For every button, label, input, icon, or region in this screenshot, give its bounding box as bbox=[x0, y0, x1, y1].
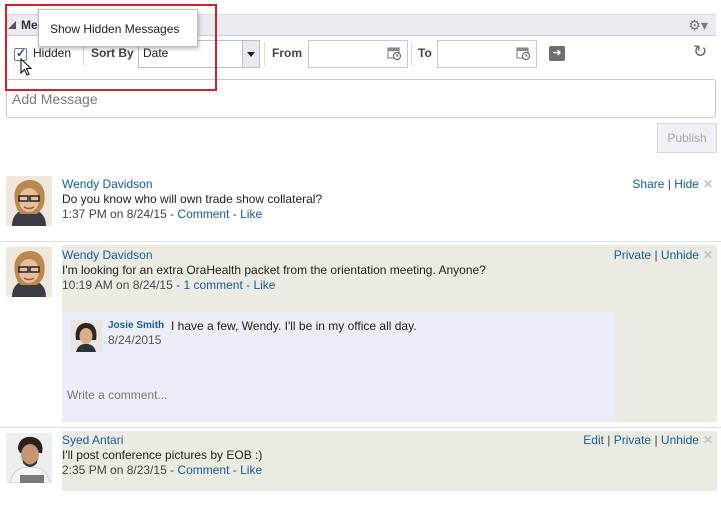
meta-separator: - bbox=[242, 278, 254, 292]
action-separator: | bbox=[664, 177, 675, 191]
hide-link[interactable]: Hide bbox=[674, 177, 699, 191]
message-actions: Edit | Private | Unhide ✕ bbox=[583, 433, 713, 447]
refresh-icon[interactable]: ↻ bbox=[693, 42, 707, 62]
unhide-link[interactable]: Unhide bbox=[661, 433, 699, 447]
unhide-link[interactable]: Unhide bbox=[661, 248, 699, 262]
divider bbox=[0, 241, 721, 242]
avatar[interactable] bbox=[6, 176, 52, 226]
close-icon[interactable]: ✕ bbox=[703, 433, 713, 447]
author-link[interactable]: Wendy Davidson bbox=[62, 177, 153, 191]
private-link[interactable]: Private bbox=[614, 248, 651, 262]
like-link[interactable]: Like bbox=[240, 463, 262, 477]
go-arrow-icon[interactable]: ➜ bbox=[549, 46, 565, 61]
comment-link[interactable]: Comment bbox=[177, 207, 229, 221]
message-text: Do you know who will own trade show coll… bbox=[62, 192, 323, 206]
from-date-input[interactable] bbox=[308, 40, 408, 68]
calendar-icon[interactable] bbox=[516, 46, 530, 60]
message-meta: 10:19 AM on 8/24/15 - 1 comment - Like bbox=[62, 278, 275, 292]
mouse-pointer-icon bbox=[20, 58, 33, 76]
share-link[interactable]: Share bbox=[632, 177, 664, 191]
from-label: From bbox=[272, 46, 302, 60]
tooltip-text: Show Hidden Messages bbox=[50, 22, 180, 36]
message-text: I'm looking for an extra OraHealth packe… bbox=[62, 263, 486, 277]
tooltip: Show Hidden Messages bbox=[38, 9, 198, 47]
timestamp: 1:37 PM on 8/24/15 bbox=[62, 207, 167, 221]
avatar[interactable] bbox=[70, 320, 102, 352]
meta-separator: - bbox=[172, 278, 184, 292]
message-actions: Private | Unhide ✕ bbox=[614, 248, 713, 262]
edit-link[interactable]: Edit bbox=[583, 433, 604, 447]
message-meta: 1:37 PM on 8/24/15 - Comment - Like bbox=[62, 207, 262, 221]
divider bbox=[411, 42, 412, 66]
calendar-icon[interactable] bbox=[387, 46, 401, 60]
comment-link[interactable]: Comment bbox=[177, 463, 229, 477]
to-date-input[interactable] bbox=[437, 40, 537, 68]
meta-separator: - bbox=[166, 207, 178, 221]
like-link[interactable]: Like bbox=[253, 278, 275, 292]
collapse-triangle-icon[interactable] bbox=[8, 21, 16, 29]
chevron-down-icon[interactable] bbox=[242, 41, 259, 67]
comment-author-link[interactable]: Josie Smith bbox=[108, 320, 164, 331]
divider bbox=[0, 427, 721, 428]
like-link[interactable]: Like bbox=[240, 207, 262, 221]
add-message-placeholder: Add Message bbox=[12, 91, 98, 107]
comment-text: I have a few, Wendy. I'll be in my offic… bbox=[171, 319, 417, 333]
sortby-label: Sort By bbox=[91, 46, 134, 60]
comment-count-link[interactable]: 1 comment bbox=[183, 278, 242, 292]
avatar[interactable] bbox=[6, 247, 52, 297]
gear-icon[interactable]: ⚙▾ bbox=[688, 17, 708, 34]
action-separator: | bbox=[651, 248, 661, 262]
publish-button[interactable]: Publish bbox=[657, 123, 717, 153]
action-separator: | bbox=[651, 433, 661, 447]
action-separator: | bbox=[603, 433, 614, 447]
avatar[interactable] bbox=[6, 433, 52, 483]
timestamp: 2:35 PM on 8/23/15 bbox=[62, 463, 167, 477]
comment-date: 8/24/2015 bbox=[108, 333, 162, 347]
comment-thread: Josie Smith I have a few, Wendy. I'll be… bbox=[62, 312, 615, 420]
panel-title: Me bbox=[21, 18, 38, 32]
author-link[interactable]: Wendy Davidson bbox=[62, 248, 153, 262]
close-icon[interactable]: ✕ bbox=[703, 177, 713, 191]
timestamp: 10:19 AM on 8/24/15 bbox=[62, 278, 173, 292]
divider bbox=[264, 42, 265, 66]
message-meta: 2:35 PM on 8/23/15 - Comment - Like bbox=[62, 463, 262, 477]
meta-separator: - bbox=[229, 463, 241, 477]
private-link[interactable]: Private bbox=[614, 433, 651, 447]
author-link[interactable]: Syed Antari bbox=[62, 433, 123, 447]
add-message-input[interactable]: Add Message bbox=[6, 79, 716, 118]
message-actions: Share | Hide ✕ bbox=[632, 177, 713, 191]
to-label: To bbox=[418, 46, 432, 60]
meta-separator: - bbox=[166, 463, 178, 477]
sort-value: Date bbox=[143, 46, 169, 60]
meta-separator: - bbox=[229, 207, 241, 221]
close-icon[interactable]: ✕ bbox=[703, 248, 713, 262]
write-comment-input[interactable]: Write a comment... bbox=[67, 388, 167, 402]
hidden-label: Hidden bbox=[33, 46, 72, 60]
message-text: I'll post conference pictures by EOB :) bbox=[62, 448, 263, 462]
